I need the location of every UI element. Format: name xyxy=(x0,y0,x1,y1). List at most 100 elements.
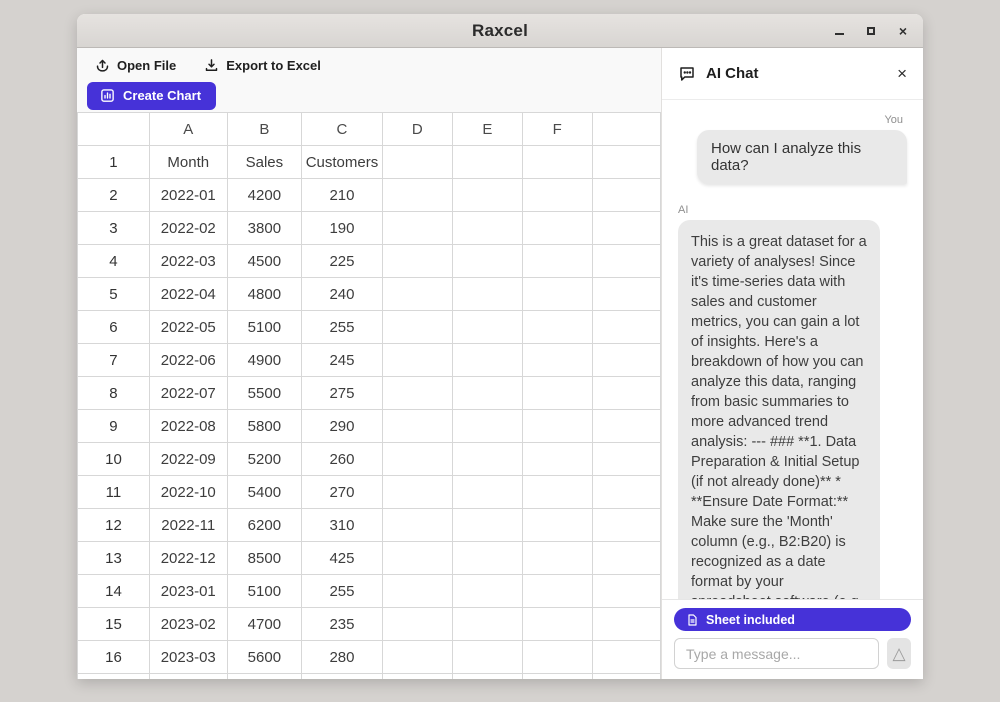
spreadsheet-cell[interactable]: 245 xyxy=(302,344,383,377)
spreadsheet-cell[interactable]: 235 xyxy=(302,608,383,641)
chat-message-input[interactable] xyxy=(674,638,879,669)
spreadsheet-cell[interactable]: 210 xyxy=(302,179,383,212)
spreadsheet-cell[interactable] xyxy=(592,146,660,179)
close-button[interactable]: × xyxy=(895,23,911,39)
spreadsheet-cell[interactable] xyxy=(382,410,452,443)
row-header[interactable]: 6 xyxy=(78,311,150,344)
spreadsheet-cell[interactable] xyxy=(522,377,592,410)
spreadsheet-cell[interactable] xyxy=(452,311,522,344)
spreadsheet-cell[interactable] xyxy=(452,443,522,476)
spreadsheet-cell[interactable] xyxy=(382,278,452,311)
spreadsheet-cell[interactable]: 275 xyxy=(302,377,383,410)
spreadsheet-cell[interactable] xyxy=(452,509,522,542)
spreadsheet-cell[interactable]: 270 xyxy=(302,476,383,509)
spreadsheet-cell[interactable] xyxy=(382,344,452,377)
spreadsheet-cell[interactable] xyxy=(382,245,452,278)
spreadsheet-cell[interactable]: 3800 xyxy=(227,212,302,245)
column-header[interactable]: D xyxy=(382,113,452,146)
spreadsheet-cell[interactable]: 6200 xyxy=(227,509,302,542)
spreadsheet-cell[interactable] xyxy=(522,443,592,476)
spreadsheet-cell[interactable]: 2022-11 xyxy=(149,509,227,542)
spreadsheet-cell[interactable] xyxy=(382,575,452,608)
spreadsheet-cell[interactable] xyxy=(452,179,522,212)
maximize-button[interactable] xyxy=(863,23,879,39)
row-header[interactable]: 2 xyxy=(78,179,150,212)
sheet-included-button[interactable]: Sheet included xyxy=(674,608,911,631)
spreadsheet-cell[interactable]: 2023-01 xyxy=(149,575,227,608)
spreadsheet-cell[interactable] xyxy=(522,344,592,377)
spreadsheet-cell[interactable] xyxy=(522,674,592,680)
spreadsheet-cell[interactable] xyxy=(592,641,660,674)
row-header[interactable]: 8 xyxy=(78,377,150,410)
spreadsheet-cell[interactable]: 5400 xyxy=(227,476,302,509)
spreadsheet-cell[interactable] xyxy=(452,410,522,443)
spreadsheet-cell[interactable] xyxy=(592,344,660,377)
spreadsheet-cell[interactable] xyxy=(522,542,592,575)
spreadsheet-cell[interactable] xyxy=(382,674,452,680)
spreadsheet-cell[interactable] xyxy=(592,410,660,443)
row-header[interactable]: 14 xyxy=(78,575,150,608)
spreadsheet-cell[interactable]: 310 xyxy=(302,509,383,542)
spreadsheet-cell[interactable] xyxy=(592,674,660,680)
row-header[interactable]: 1 xyxy=(78,146,150,179)
spreadsheet-cell[interactable]: 255 xyxy=(302,311,383,344)
spreadsheet-cell[interactable]: 280 xyxy=(302,641,383,674)
row-header[interactable]: 4 xyxy=(78,245,150,278)
spreadsheet-cell[interactable]: 2022-10 xyxy=(149,476,227,509)
row-header[interactable]: 11 xyxy=(78,476,150,509)
spreadsheet-cell[interactable] xyxy=(382,608,452,641)
spreadsheet-cell[interactable] xyxy=(592,575,660,608)
spreadsheet-cell[interactable] xyxy=(452,146,522,179)
spreadsheet-cell[interactable] xyxy=(522,311,592,344)
spreadsheet-cell[interactable]: 2022-01 xyxy=(149,179,227,212)
spreadsheet-cell[interactable] xyxy=(382,542,452,575)
spreadsheet-cell[interactable]: 4900 xyxy=(227,344,302,377)
create-chart-button[interactable]: Create Chart xyxy=(87,82,216,110)
spreadsheet-cell[interactable]: 4200 xyxy=(227,179,302,212)
spreadsheet-cell[interactable]: 4700 xyxy=(227,608,302,641)
spreadsheet-cell[interactable] xyxy=(522,608,592,641)
spreadsheet-cell[interactable] xyxy=(522,278,592,311)
spreadsheet-cell[interactable]: 2023-02 xyxy=(149,608,227,641)
spreadsheet-cell[interactable] xyxy=(592,476,660,509)
spreadsheet-cell[interactable]: 255 xyxy=(302,575,383,608)
spreadsheet-cell[interactable] xyxy=(522,179,592,212)
row-header[interactable]: 13 xyxy=(78,542,150,575)
spreadsheet-cell[interactable]: 190 xyxy=(302,212,383,245)
spreadsheet-cell[interactable] xyxy=(452,476,522,509)
row-header[interactable] xyxy=(78,674,150,680)
spreadsheet-cell[interactable] xyxy=(452,377,522,410)
column-header[interactable] xyxy=(592,113,660,146)
spreadsheet-cell[interactable] xyxy=(382,212,452,245)
spreadsheet-cell[interactable]: Month xyxy=(149,146,227,179)
row-header[interactable]: 15 xyxy=(78,608,150,641)
spreadsheet-cell[interactable] xyxy=(452,245,522,278)
send-button[interactable]: △ xyxy=(887,638,911,669)
spreadsheet-cell[interactable]: 425 xyxy=(302,542,383,575)
row-header[interactable]: 3 xyxy=(78,212,150,245)
spreadsheet-cell[interactable] xyxy=(592,542,660,575)
spreadsheet-cell[interactable]: 8500 xyxy=(227,542,302,575)
spreadsheet-cell[interactable]: 5100 xyxy=(227,575,302,608)
spreadsheet-cell[interactable] xyxy=(592,278,660,311)
row-header[interactable]: 5 xyxy=(78,278,150,311)
spreadsheet-cell[interactable] xyxy=(592,509,660,542)
spreadsheet-cell[interactable] xyxy=(452,641,522,674)
spreadsheet-cell[interactable] xyxy=(592,311,660,344)
column-header[interactable]: B xyxy=(227,113,302,146)
spreadsheet-cell[interactable] xyxy=(382,476,452,509)
spreadsheet-cell[interactable]: 2022-04 xyxy=(149,278,227,311)
column-header[interactable]: E xyxy=(452,113,522,146)
spreadsheet-cell[interactable]: 5500 xyxy=(227,377,302,410)
spreadsheet-cell[interactable]: 2022-03 xyxy=(149,245,227,278)
spreadsheet-cell[interactable]: 240 xyxy=(302,278,383,311)
row-header[interactable]: 9 xyxy=(78,410,150,443)
spreadsheet-cell[interactable] xyxy=(382,377,452,410)
row-header[interactable]: 7 xyxy=(78,344,150,377)
spreadsheet-cell[interactable] xyxy=(382,641,452,674)
spreadsheet-cell[interactable] xyxy=(452,344,522,377)
chat-close-button[interactable]: × xyxy=(897,65,907,82)
row-header[interactable]: 10 xyxy=(78,443,150,476)
spreadsheet-cell[interactable]: 5800 xyxy=(227,410,302,443)
spreadsheet-cell[interactable]: 2022-06 xyxy=(149,344,227,377)
